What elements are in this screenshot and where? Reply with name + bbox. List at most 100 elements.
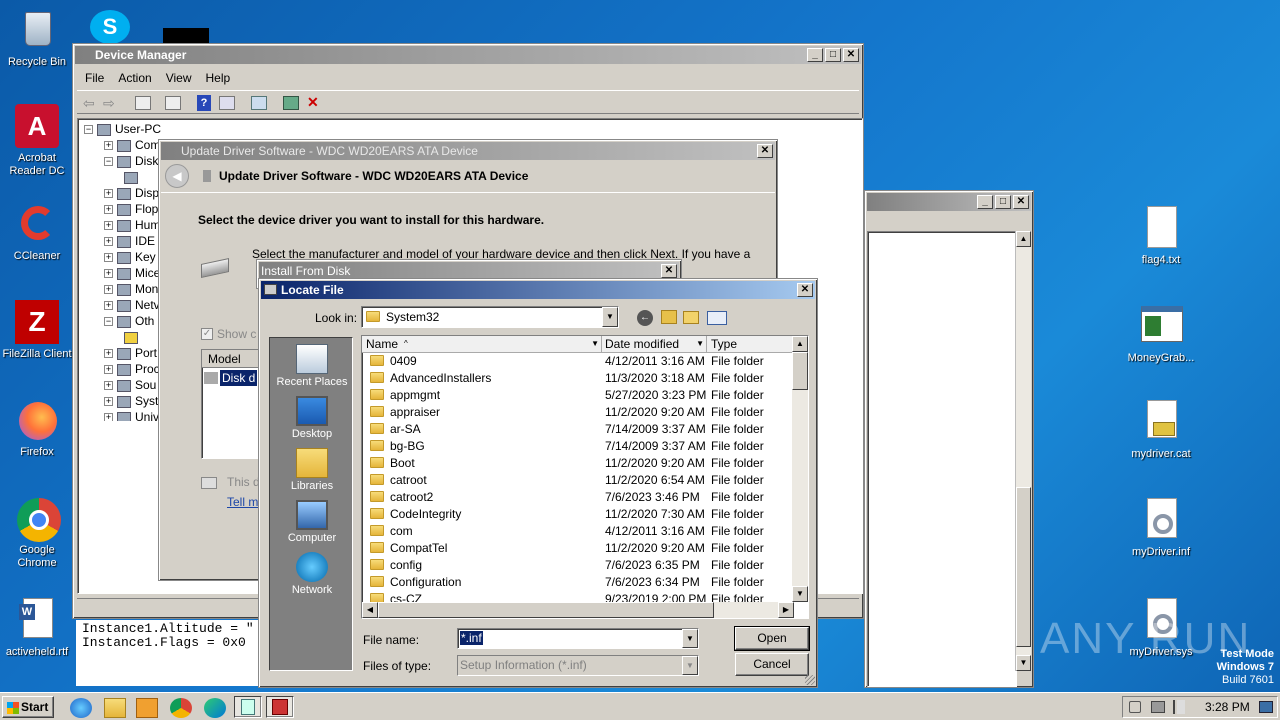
chevron-down-icon[interactable]: ▼ (682, 656, 698, 675)
menu-file[interactable]: File (85, 68, 104, 88)
file-row[interactable]: bg-BG 7/14/2009 3:37 AM File folder (362, 438, 808, 455)
file-type-select[interactable]: Setup Information (*.inf) ▼ (457, 655, 699, 676)
file-row[interactable]: com 4/12/2011 3:16 AM File folder (362, 523, 808, 540)
background-window-titlebar[interactable]: _ □ ✕ (867, 193, 1031, 211)
file-row[interactable]: appmgmt 5/27/2020 3:23 PM File folder (362, 387, 808, 404)
locate-file-dialog[interactable]: Locate File ✕ Look in: System32 ▼ ← Rece… (258, 278, 818, 688)
tree-item[interactable]: + Mice (104, 265, 160, 281)
volume-icon[interactable] (1129, 701, 1141, 713)
file-row[interactable]: CodeIntegrity 11/2/2020 7:30 AM File folde… (362, 506, 808, 523)
file-row[interactable]: CompatTel 11/2/2020 9:20 AM File folder (362, 540, 808, 557)
file-list-hscroll[interactable]: ◀ ▶ (362, 602, 794, 618)
close-button[interactable]: ✕ (797, 283, 813, 297)
media-player-icon[interactable] (136, 698, 158, 718)
place-desktop[interactable]: Desktop (270, 396, 354, 440)
flag-icon[interactable] (1173, 700, 1185, 714)
place-libraries[interactable]: Libraries (270, 448, 354, 492)
desktop-icon-mydriver-cat[interactable]: mydriver.cat (1124, 400, 1198, 461)
file-row[interactable]: catroot 11/2/2020 6:54 AM File folder (362, 472, 808, 489)
file-row[interactable]: 0409 4/12/2011 3:16 AM File folder (362, 353, 808, 370)
desktop-icon-ccleaner[interactable]: CCleaner (0, 202, 74, 263)
tree-item[interactable]: + Proc (104, 361, 160, 377)
close-button[interactable]: ✕ (843, 48, 859, 62)
taskbar-notepad-button[interactable] (234, 696, 262, 718)
tree-item[interactable]: + Sou (104, 377, 156, 393)
resize-grip[interactable] (805, 675, 815, 685)
clock[interactable]: 3:28 PM (1205, 700, 1250, 714)
tree-item[interactable] (124, 169, 142, 185)
properties-icon[interactable] (135, 96, 151, 110)
desktop-icon-filezilla[interactable]: Z FileZilla Client (0, 300, 74, 361)
desktop-icon-firefox[interactable]: Firefox (0, 398, 74, 459)
file-name-input[interactable]: *.inf ▼ (457, 628, 699, 649)
file-row[interactable]: Configuration 7/6/2023 6:34 PM File folder (362, 574, 808, 591)
tree-item[interactable]: + Key (104, 249, 156, 265)
look-in-dropdown[interactable]: System32 ▼ (361, 306, 619, 328)
file-row[interactable]: appraiser 11/2/2020 9:20 AM File folder (362, 404, 808, 421)
forward-icon[interactable]: ⇨ (103, 95, 115, 112)
minimize-button[interactable]: _ (977, 195, 993, 209)
desktop-icon-mydriver-inf[interactable]: myDriver.inf (1124, 498, 1198, 559)
column-name[interactable]: Name ^ ▼ (362, 336, 602, 352)
tree-item[interactable]: + Netv (104, 297, 160, 313)
column-type[interactable]: Type (707, 336, 737, 352)
file-list-vscroll[interactable]: ▲ ▼ (792, 336, 808, 602)
up-folder-icon[interactable] (661, 310, 677, 324)
edge-icon[interactable] (204, 698, 226, 718)
desktop-icon-moneygrab[interactable]: MoneyGrab... (1124, 304, 1198, 365)
close-button[interactable]: ✕ (757, 144, 773, 158)
tree-root[interactable]: − User-PC (84, 121, 161, 137)
network-icon[interactable] (1151, 701, 1165, 713)
file-row[interactable]: catroot2 7/6/2023 3:46 PM File folder (362, 489, 808, 506)
tree-item[interactable]: + Mon (104, 281, 158, 297)
scan-icon[interactable] (251, 96, 267, 110)
tree-item[interactable]: − Disk (104, 153, 158, 169)
close-button[interactable]: ✕ (1013, 195, 1029, 209)
start-button[interactable]: Start (2, 696, 54, 718)
explorer-icon[interactable] (104, 698, 126, 718)
tree-item[interactable]: + Syst (104, 393, 158, 409)
menu-action[interactable]: Action (118, 68, 151, 88)
scroll-thumb[interactable] (792, 352, 808, 390)
background-window[interactable]: _ □ ✕ ▲ ▼ (864, 190, 1034, 688)
close-button[interactable]: ✕ (661, 264, 677, 278)
show-desktop-icon[interactable] (1259, 701, 1273, 713)
ie-icon[interactable] (70, 698, 92, 718)
column-date[interactable]: Date modified ▼ (602, 336, 707, 352)
chrome-icon[interactable] (170, 698, 192, 718)
maximize-button[interactable]: □ (825, 48, 841, 62)
file-row[interactable]: Boot 11/2/2020 9:20 AM File folder (362, 455, 808, 472)
open-button[interactable]: Open (734, 626, 810, 651)
locate-file-titlebar[interactable]: Locate File ✕ (261, 281, 815, 299)
tree-item[interactable]: + IDE (104, 233, 155, 249)
update-driver-titlebar[interactable]: Update Driver Software - WDC WD20EARS AT… (161, 142, 775, 160)
desktop-icon-chrome[interactable]: Google Chrome (0, 496, 74, 570)
cancel-button[interactable]: Cancel (735, 653, 809, 676)
file-row[interactable]: ar-SA 7/14/2009 3:37 AM File folder (362, 421, 808, 438)
tree-item[interactable]: + Disp (104, 185, 159, 201)
skype-icon[interactable]: S (90, 10, 130, 44)
back-arrow-icon[interactable]: ◀ (165, 164, 189, 188)
desktop-icon-flag4[interactable]: flag4.txt (1124, 206, 1198, 267)
tree-item[interactable] (124, 329, 142, 345)
file-row[interactable]: AdvancedInstallers 11/3/2020 3:18 AM File … (362, 370, 808, 387)
tree-item[interactable]: + Flop (104, 201, 158, 217)
view-menu-icon[interactable] (707, 311, 727, 325)
view-icon[interactable] (219, 96, 235, 110)
back-icon[interactable]: ⇦ (83, 95, 95, 112)
new-folder-icon[interactable] (683, 311, 699, 324)
black-icon[interactable] (163, 28, 209, 44)
list-icon[interactable] (165, 96, 181, 110)
menu-view[interactable]: View (166, 68, 192, 88)
minimize-button[interactable]: _ (807, 48, 823, 62)
desktop-icon-acrobat[interactable]: A Acrobat Reader DC (0, 104, 74, 178)
tree-item[interactable]: + Univ (104, 409, 159, 421)
chevron-down-icon[interactable]: ▼ (682, 629, 698, 648)
update-driver-icon[interactable] (283, 96, 299, 110)
chevron-down-icon[interactable]: ▼ (602, 307, 618, 327)
tree-item[interactable]: + Com (104, 137, 160, 153)
file-row[interactable]: config 7/6/2023 6:35 PM File folder (362, 557, 808, 574)
device-manager-titlebar[interactable]: Device Manager _ □ ✕ (75, 46, 861, 64)
place-network[interactable]: Network (270, 552, 354, 596)
desktop-icon-activeheld[interactable]: W activeheld.rtf (0, 598, 74, 659)
